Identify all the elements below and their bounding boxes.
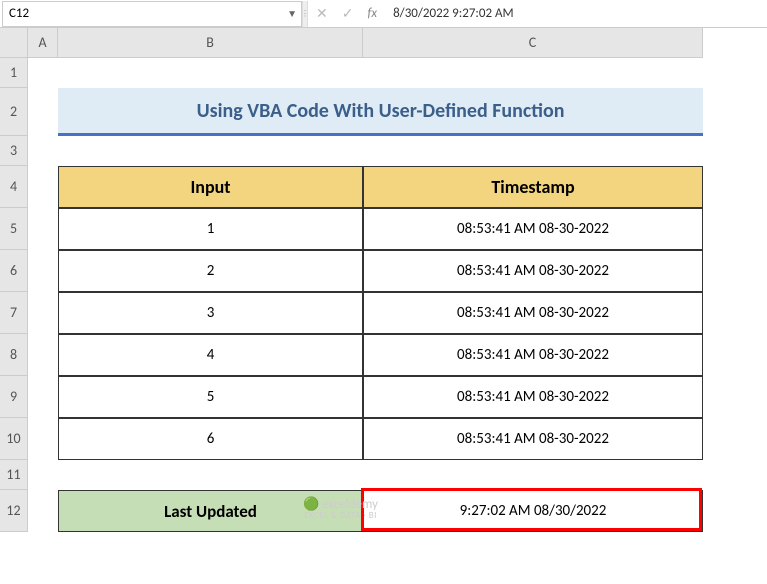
table-cell-input-0-text: 1 <box>207 220 215 238</box>
table-cell-input-0[interactable]: 1 <box>58 208 363 250</box>
cells-area[interactable]: Using VBA Code With User-Defined Functio… <box>28 58 767 584</box>
sheet-title[interactable]: Using VBA Code With User-Defined Functio… <box>58 88 703 136</box>
table-cell-input-3-text: 4 <box>207 346 215 364</box>
name-box[interactable]: C12 ▼ <box>2 1 302 27</box>
row-header-2[interactable]: 2 <box>0 88 28 136</box>
formula-bar: C12 ▼ ⋮ ✕ ✓ fx 8/30/2022 9:27:02 AM <box>0 0 767 28</box>
table-header-timestamp-text: Timestamp <box>491 176 574 198</box>
col-header-C[interactable]: C <box>363 28 703 58</box>
table-cell-input-1[interactable]: 2 <box>58 250 363 292</box>
row-header-6[interactable]: 6 <box>0 250 28 292</box>
name-box-value: C12 <box>9 6 29 21</box>
row-header-3[interactable]: 3 <box>0 136 28 166</box>
formula-bar-buttons: ✕ ✓ fx <box>308 5 385 22</box>
table-cell-input-5-text: 6 <box>207 430 215 448</box>
column-headers: ABC <box>28 28 703 58</box>
table-cell-input-3[interactable]: 4 <box>58 334 363 376</box>
table-cell-input-2[interactable]: 3 <box>58 292 363 334</box>
table-cell-input-2-text: 3 <box>207 304 215 322</box>
last-updated-label-text: Last Updated <box>164 501 257 522</box>
col-header-B[interactable]: B <box>58 28 363 58</box>
row-header-11[interactable]: 11 <box>0 460 28 490</box>
row-headers: 123456789101112 <box>0 58 28 532</box>
table-cell-timestamp-2-text: 08:53:41 AM 08-30-2022 <box>457 304 609 322</box>
table-cell-timestamp-4-text: 08:53:41 AM 08-30-2022 <box>457 388 609 406</box>
row-header-1[interactable]: 1 <box>0 58 28 88</box>
table-cell-timestamp-1-text: 08:53:41 AM 08-30-2022 <box>457 262 609 280</box>
table-cell-input-4[interactable]: 5 <box>58 376 363 418</box>
row-header-5[interactable]: 5 <box>0 208 28 250</box>
fx-icon[interactable]: fx <box>367 6 377 21</box>
row-header-4[interactable]: 4 <box>0 166 28 208</box>
chevron-down-icon[interactable]: ▼ <box>287 7 297 20</box>
table-cell-timestamp-0[interactable]: 08:53:41 AM 08-30-2022 <box>363 208 703 250</box>
last-updated-value-text: 9:27:02 AM 08/30/2022 <box>460 502 607 520</box>
table-cell-timestamp-2[interactable]: 08:53:41 AM 08-30-2022 <box>363 292 703 334</box>
cancel-icon[interactable]: ✕ <box>316 5 328 22</box>
table-cell-input-5[interactable]: 6 <box>58 418 363 460</box>
formula-input[interactable]: 8/30/2022 9:27:02 AM <box>385 6 767 21</box>
table-cell-timestamp-3[interactable]: 08:53:41 AM 08-30-2022 <box>363 334 703 376</box>
table-header-timestamp[interactable]: Timestamp <box>363 166 703 208</box>
sheet-title-text: Using VBA Code With User-Defined Functio… <box>197 99 565 123</box>
table-cell-timestamp-1[interactable]: 08:53:41 AM 08-30-2022 <box>363 250 703 292</box>
table-header-input[interactable]: Input <box>58 166 363 208</box>
table-header-input-text: Input <box>190 176 230 198</box>
table-cell-input-1-text: 2 <box>207 262 215 280</box>
table-cell-timestamp-5-text: 08:53:41 AM 08-30-2022 <box>457 430 609 448</box>
table-cell-timestamp-3-text: 08:53:41 AM 08-30-2022 <box>457 346 609 364</box>
table-cell-timestamp-4[interactable]: 08:53:41 AM 08-30-2022 <box>363 376 703 418</box>
row-header-10[interactable]: 10 <box>0 418 28 460</box>
enter-icon[interactable]: ✓ <box>342 5 354 22</box>
row-header-7[interactable]: 7 <box>0 292 28 334</box>
row-header-8[interactable]: 8 <box>0 334 28 376</box>
row-header-9[interactable]: 9 <box>0 376 28 418</box>
table-cell-timestamp-5[interactable]: 08:53:41 AM 08-30-2022 <box>363 418 703 460</box>
table-cell-input-4-text: 5 <box>207 388 215 406</box>
col-header-A[interactable]: A <box>28 28 58 58</box>
select-all-corner[interactable] <box>0 28 28 58</box>
table-cell-timestamp-0-text: 08:53:41 AM 08-30-2022 <box>457 220 609 238</box>
formula-value: 8/30/2022 9:27:02 AM <box>393 6 514 21</box>
spreadsheet-grid: ABC 123456789101112 Using VBA Code With … <box>0 28 767 584</box>
last-updated-label[interactable]: Last Updated <box>58 490 363 532</box>
last-updated-value[interactable]: 9:27:02 AM 08/30/2022 <box>363 490 703 532</box>
row-header-12[interactable]: 12 <box>0 490 28 532</box>
